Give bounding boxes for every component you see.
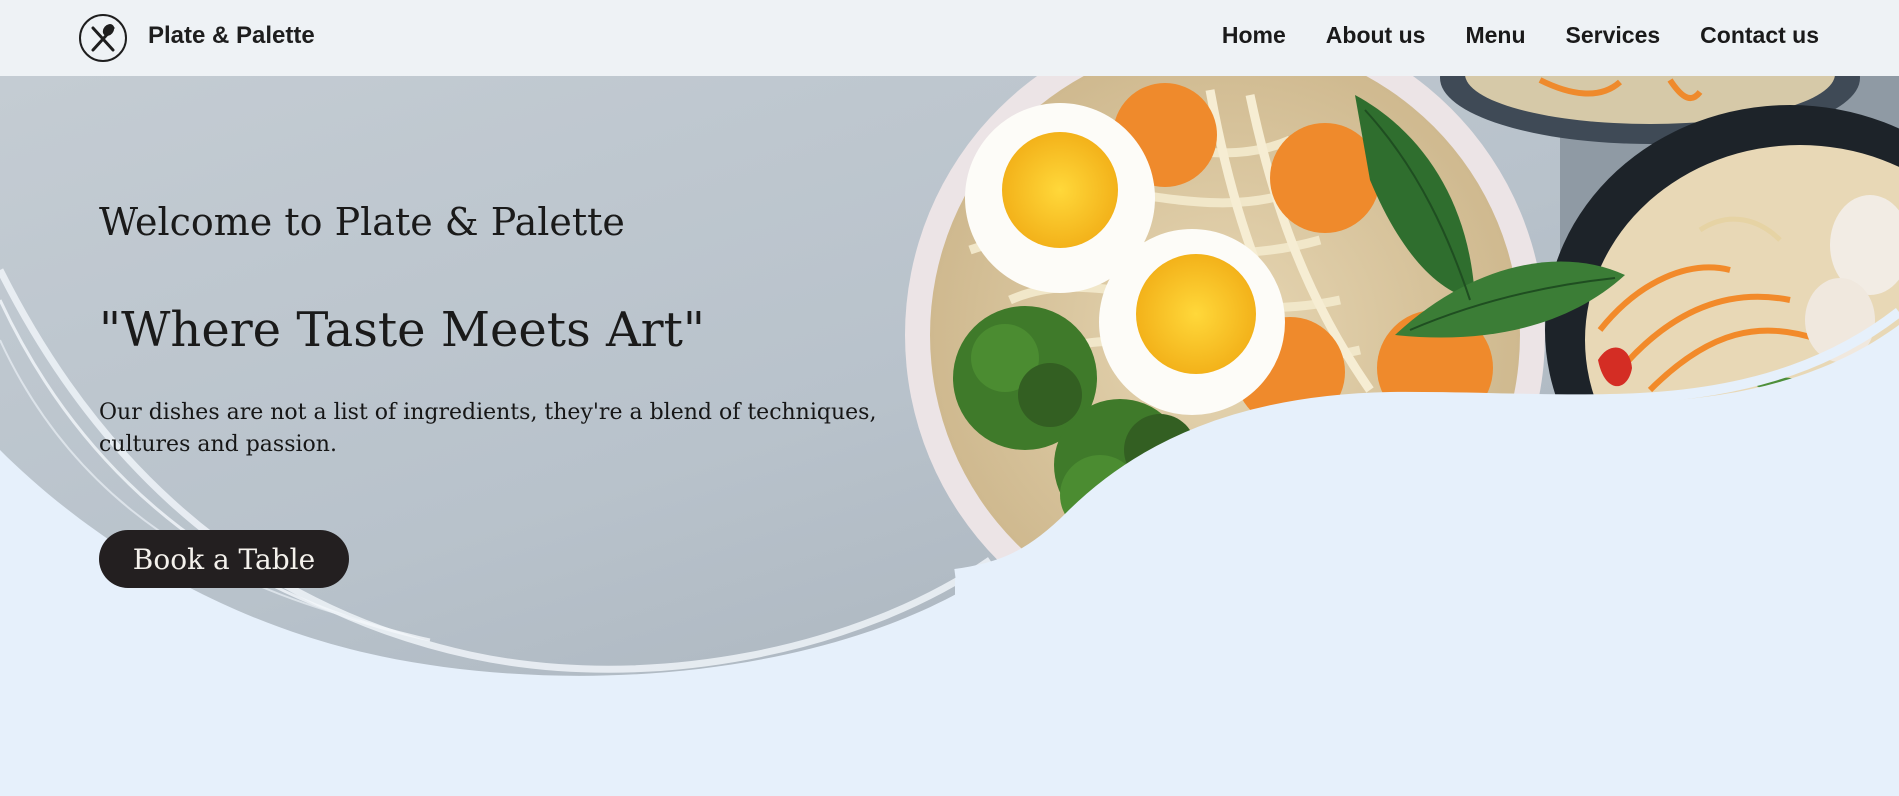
nav-contact[interactable]: Contact us: [1700, 22, 1819, 49]
nav-home[interactable]: Home: [1222, 22, 1286, 49]
top-navbar: Plate & Palette Home About us Menu Servi…: [0, 0, 1899, 76]
nav-services[interactable]: Services: [1566, 22, 1661, 49]
nav-about[interactable]: About us: [1326, 22, 1426, 49]
brand-name[interactable]: Plate & Palette: [148, 22, 315, 50]
nav-menu-link[interactable]: Menu: [1465, 22, 1525, 49]
nav-menu: Home About us Menu Services Contact us: [1222, 22, 1819, 49]
tagline-heading: "Where Taste Meets Art": [99, 302, 705, 358]
spoon-knife-icon[interactable]: [78, 13, 128, 63]
hero-description: Our dishes are not a list of ingredients…: [99, 400, 877, 457]
book-table-button[interactable]: Book a Table: [99, 530, 349, 588]
welcome-heading: Welcome to Plate & Palette: [99, 200, 625, 244]
